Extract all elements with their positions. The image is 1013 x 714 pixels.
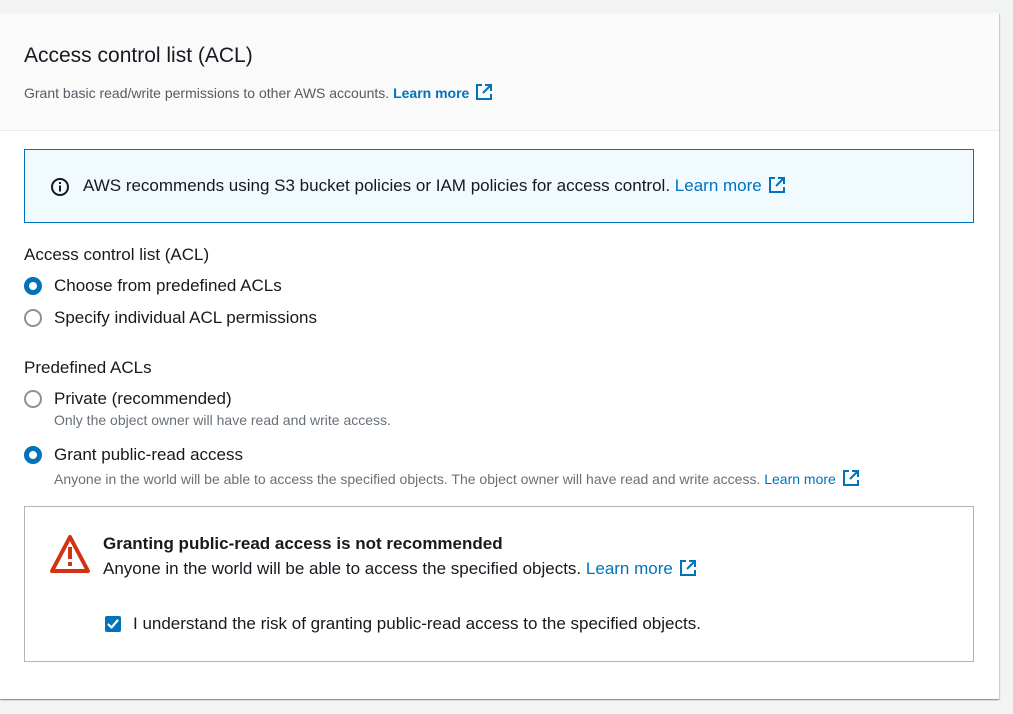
info-alert-text: AWS recommends using S3 bucket policies … (83, 175, 786, 197)
panel-description-text: Grant basic read/write permissions to ot… (24, 85, 390, 101)
header-learn-more-link[interactable]: Learn more (393, 84, 493, 101)
header-learn-more-label: Learn more (393, 85, 470, 101)
public-read-learn-more-link[interactable]: Learn more (764, 470, 860, 487)
public-read-learn-more-label: Learn more (764, 471, 836, 487)
acl-choice-label: Access control list (ACL) (24, 245, 210, 264)
panel-header: Access control list (ACL) Grant basic re… (0, 13, 999, 131)
info-alert: AWS recommends using S3 bucket policies … (24, 149, 974, 223)
radio-label: Specify individual ACL permissions (54, 308, 317, 327)
acl-panel: Access control list (ACL) Grant basic re… (0, 13, 999, 699)
warning-title: Granting public-read access is not recom… (103, 534, 503, 553)
radio-button[interactable] (24, 390, 42, 408)
warning-learn-more-label: Learn more (585, 559, 673, 578)
public-read-warning: Granting public-read access is not recom… (24, 506, 974, 662)
private-description: Only the object owner will have read and… (54, 412, 391, 428)
public-read-description-text: Anyone in the world will be able to acce… (54, 471, 761, 487)
info-learn-more-link[interactable]: Learn more (675, 176, 786, 195)
warning-learn-more-link[interactable]: Learn more (586, 559, 697, 578)
understand-risk-checkbox[interactable] (105, 616, 121, 632)
understand-risk-label[interactable]: I understand the risk of granting public… (133, 613, 701, 635)
public-read-description: Anyone in the world will be able to acce… (54, 469, 860, 488)
external-link-icon (768, 177, 785, 193)
panel-title: Access control list (ACL) (24, 44, 253, 67)
warning-triangle-icon (50, 535, 90, 573)
info-alert-message: AWS recommends using S3 bucket policies … (83, 176, 671, 195)
radio-label: Grant public-read access (54, 445, 243, 464)
checkmark-icon (107, 619, 119, 629)
warning-text: Anyone in the world will be able to acce… (103, 558, 697, 580)
radio-button-checked[interactable] (24, 277, 42, 295)
external-link-icon (679, 560, 696, 576)
warning-message: Anyone in the world will be able to acce… (103, 559, 582, 578)
predefined-acls-label: Predefined ACLs (24, 358, 152, 377)
info-learn-more-label: Learn more (674, 176, 762, 195)
radio-label: Private (recommended) (54, 389, 232, 408)
radio-button-checked[interactable] (24, 446, 42, 464)
info-circle-icon (51, 178, 69, 196)
panel-description: Grant basic read/write permissions to ot… (24, 83, 493, 102)
external-link-icon (476, 84, 493, 100)
radio-label: Choose from predefined ACLs (54, 276, 282, 295)
external-link-icon (842, 470, 859, 486)
radio-button[interactable] (24, 309, 42, 327)
